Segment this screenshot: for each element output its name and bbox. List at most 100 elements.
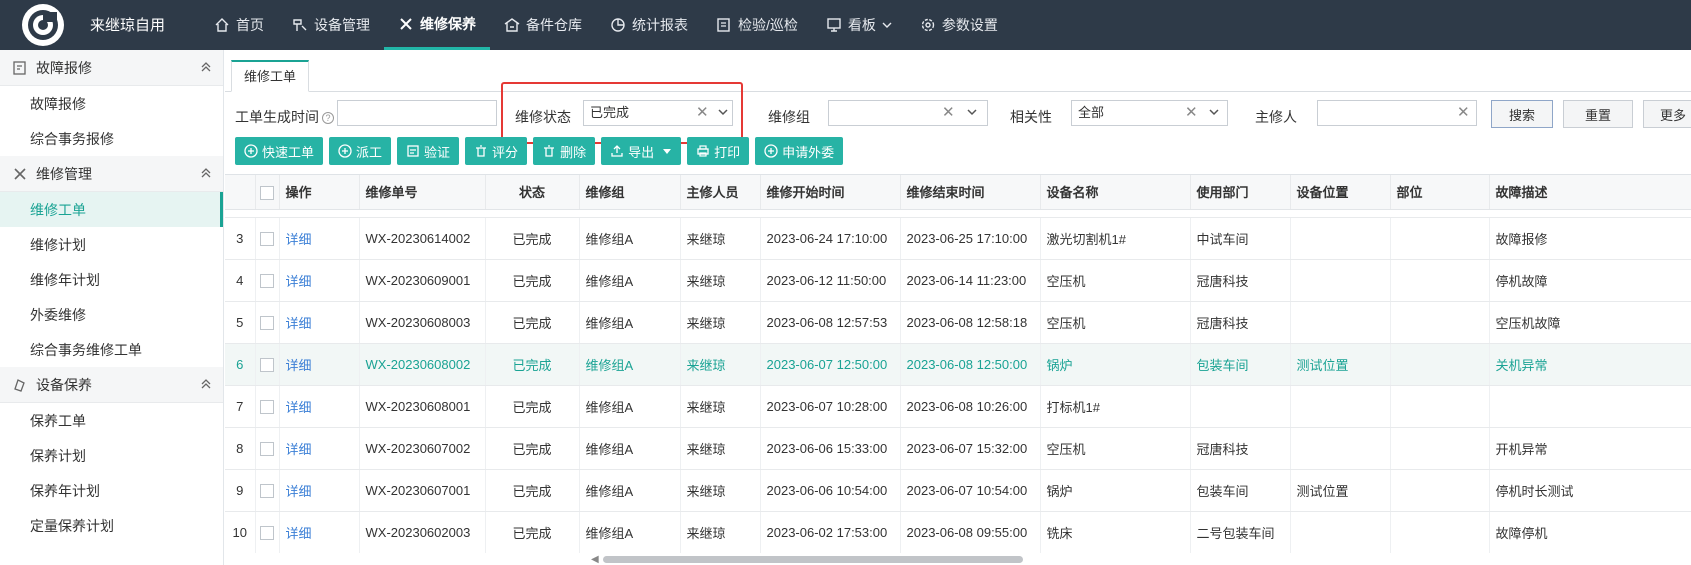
detail-link[interactable]: 详细 xyxy=(286,442,312,457)
chevron-down-icon xyxy=(882,22,892,28)
chevron-up-icon[interactable] xyxy=(199,166,213,180)
checkbox[interactable] xyxy=(260,399,274,414)
lead-clear-icon[interactable]: ✕ xyxy=(1457,103,1470,121)
checkbox[interactable] xyxy=(260,441,274,456)
sidebar-item-repair-annual-plan[interactable]: 维修年计划 xyxy=(0,262,223,297)
table-row[interactable]: 7 详细 WX-20230608001 已完成 维修组A 来继琼 2023-06-07 10… xyxy=(225,385,1691,428)
delete-button[interactable]: 删除 xyxy=(533,137,596,165)
nav-warehouse[interactable]: 备件仓库 xyxy=(490,0,596,50)
detail-link[interactable]: 详细 xyxy=(286,400,312,415)
nav-settings-label: 参数设置 xyxy=(941,17,998,33)
nav-reports-label: 统计报表 xyxy=(632,17,688,33)
chevron-down-icon[interactable] xyxy=(1208,106,1220,118)
action-cell[interactable]: 详细 xyxy=(279,385,360,428)
table-row[interactable]: 10 详细 WX-20230602003 已完成 维修组A 来继琼 2023-06-02 1… xyxy=(225,511,1691,553)
nav-home[interactable]: 首页 xyxy=(200,0,278,50)
chevron-up-icon[interactable] xyxy=(199,377,213,391)
cell-lead: 来继琼 xyxy=(680,427,761,470)
nav-maintenance-label: 维修保养 xyxy=(420,15,476,32)
nav-inspection[interactable]: 检验/巡检 xyxy=(702,0,812,50)
relevance-label: 相关性 xyxy=(1010,109,1052,125)
detail-link[interactable]: 详细 xyxy=(286,316,312,331)
sidebar-item-quantitative-plan[interactable]: 定量保养计划 xyxy=(0,508,223,543)
export-button[interactable]: 导出 xyxy=(601,137,682,165)
scroll-left-icon[interactable]: ◀ xyxy=(591,554,599,565)
group-select[interactable] xyxy=(828,100,988,126)
cell-dept: 包装车间 xyxy=(1190,343,1291,386)
quick-order-button[interactable]: 快速工单 xyxy=(235,137,324,165)
checkbox[interactable] xyxy=(260,357,274,372)
group-clear-icon[interactable]: ✕ xyxy=(942,103,955,121)
header-location: 设备位置 xyxy=(1290,175,1391,210)
checkbox[interactable] xyxy=(260,273,274,288)
outsource-button[interactable]: 申请外委 xyxy=(755,137,844,165)
sidebar-item-repair-order[interactable]: 维修工单 xyxy=(0,192,223,227)
nav-reports[interactable]: 统计报表 xyxy=(596,0,702,50)
table-row[interactable]: 8 详细 WX-20230607002 已完成 维修组A 来继琼 2023-06-06 15… xyxy=(225,427,1691,470)
relevance-clear-icon[interactable]: ✕ xyxy=(1185,103,1198,121)
action-cell[interactable]: 详细 xyxy=(279,217,360,260)
chevron-down-icon[interactable] xyxy=(966,106,978,118)
sidebar-group-equipment-maintenance[interactable]: 设备保养 xyxy=(0,367,223,403)
chevron-up-icon[interactable] xyxy=(199,60,213,74)
scroll-thumb[interactable] xyxy=(603,556,1023,563)
table-row[interactable]: 5 详细 WX-20230608003 已完成 维修组A 来继琼 2023-06-08 12… xyxy=(225,301,1691,344)
sidebar-item-maintenance-annual-plan[interactable]: 保养年计划 xyxy=(0,473,223,508)
detail-link[interactable]: 详细 xyxy=(286,232,312,247)
sidebar-group-repair-management[interactable]: 维修管理 xyxy=(0,156,223,192)
table-row[interactable]: 4 详细 WX-20230609001 已完成 维修组A 来继琼 2023-06-12 11… xyxy=(225,259,1691,302)
nav-board[interactable]: 看板 xyxy=(812,0,906,50)
cell-dept: 冠唐科技 xyxy=(1190,427,1291,470)
checkbox[interactable] xyxy=(260,483,274,498)
sidebar-item-maintenance-plan[interactable]: 保养计划 xyxy=(0,438,223,473)
lead-input[interactable] xyxy=(1317,100,1477,126)
more-button[interactable]: 更多 xyxy=(1643,100,1691,128)
table-row[interactable]: 3 详细 WX-20230614002 已完成 维修组A 来继琼 2023-06-24 17… xyxy=(225,217,1691,260)
action-cell[interactable]: 详细 xyxy=(279,469,360,512)
sidebar-group-label: 维修管理 xyxy=(36,165,92,182)
sidebar-item-outsourced-repair[interactable]: 外委维修 xyxy=(0,297,223,332)
sidebar-item-maintenance-order[interactable]: 保养工单 xyxy=(0,403,223,438)
nav-settings[interactable]: 参数设置 xyxy=(906,0,1012,50)
verify-button[interactable]: 验证 xyxy=(397,137,460,165)
print-button[interactable]: 打印 xyxy=(687,137,750,165)
checkbox[interactable] xyxy=(260,525,274,540)
header-index xyxy=(225,175,256,210)
cell-status: 已完成 xyxy=(485,259,580,302)
detail-link[interactable]: 详细 xyxy=(286,358,312,373)
sidebar-item-general-report[interactable]: 综合事务报修 xyxy=(0,121,223,156)
table-row[interactable]: 9 详细 WX-20230607001 已完成 维修组A 来继琼 2023-06-06 10… xyxy=(225,469,1691,512)
horizontal-scrollbar[interactable]: ◀ xyxy=(225,553,1691,565)
table-row[interactable]: 6 详细 WX-20230608002 已完成 维修组A 来继琼 2023-06-07 12… xyxy=(225,343,1691,386)
detail-link[interactable]: 详细 xyxy=(286,274,312,289)
search-button[interactable]: 搜索 xyxy=(1491,100,1553,128)
action-cell[interactable]: 详细 xyxy=(279,259,360,302)
header-select-all[interactable] xyxy=(255,175,280,210)
action-cell[interactable]: 详细 xyxy=(279,511,360,553)
sidebar-item-general-repair-order[interactable]: 综合事务维修工单 xyxy=(0,332,223,367)
tab-repair-order[interactable]: 维修工单 xyxy=(231,60,310,92)
detail-link[interactable]: 详细 xyxy=(286,484,312,499)
nav-equipment[interactable]: 设备管理 xyxy=(278,0,384,50)
cell-order-no: WX-20230608003 xyxy=(359,301,486,344)
sidebar-item-fault-report[interactable]: 故障报修 xyxy=(0,86,223,121)
created-time-input[interactable] xyxy=(337,100,497,126)
action-cell[interactable]: 详细 xyxy=(279,301,360,344)
checkbox[interactable] xyxy=(260,185,274,200)
rate-button[interactable]: 评分 xyxy=(465,137,528,165)
sidebar-item-repair-plan[interactable]: 维修计划 xyxy=(0,227,223,262)
warehouse-icon xyxy=(504,18,520,32)
action-cell[interactable]: 详细 xyxy=(279,343,360,386)
sidebar-group-fault-report[interactable]: 故障报修 xyxy=(0,50,223,86)
dispatch-button[interactable]: 派工 xyxy=(329,137,392,165)
reset-button[interactable]: 重置 xyxy=(1563,100,1633,128)
action-cell[interactable]: 详细 xyxy=(279,427,360,470)
sidebar-group-label: 故障报修 xyxy=(36,59,92,76)
cell-start-time: 2023-06-24 17:10:00 xyxy=(760,217,901,260)
checkbox[interactable] xyxy=(260,231,274,246)
help-icon[interactable]: ? xyxy=(322,112,334,124)
checkbox[interactable] xyxy=(260,315,274,330)
relevance-select[interactable]: 全部 xyxy=(1071,100,1228,126)
nav-maintenance[interactable]: 维修保养 xyxy=(384,0,490,50)
detail-link[interactable]: 详细 xyxy=(286,526,312,541)
